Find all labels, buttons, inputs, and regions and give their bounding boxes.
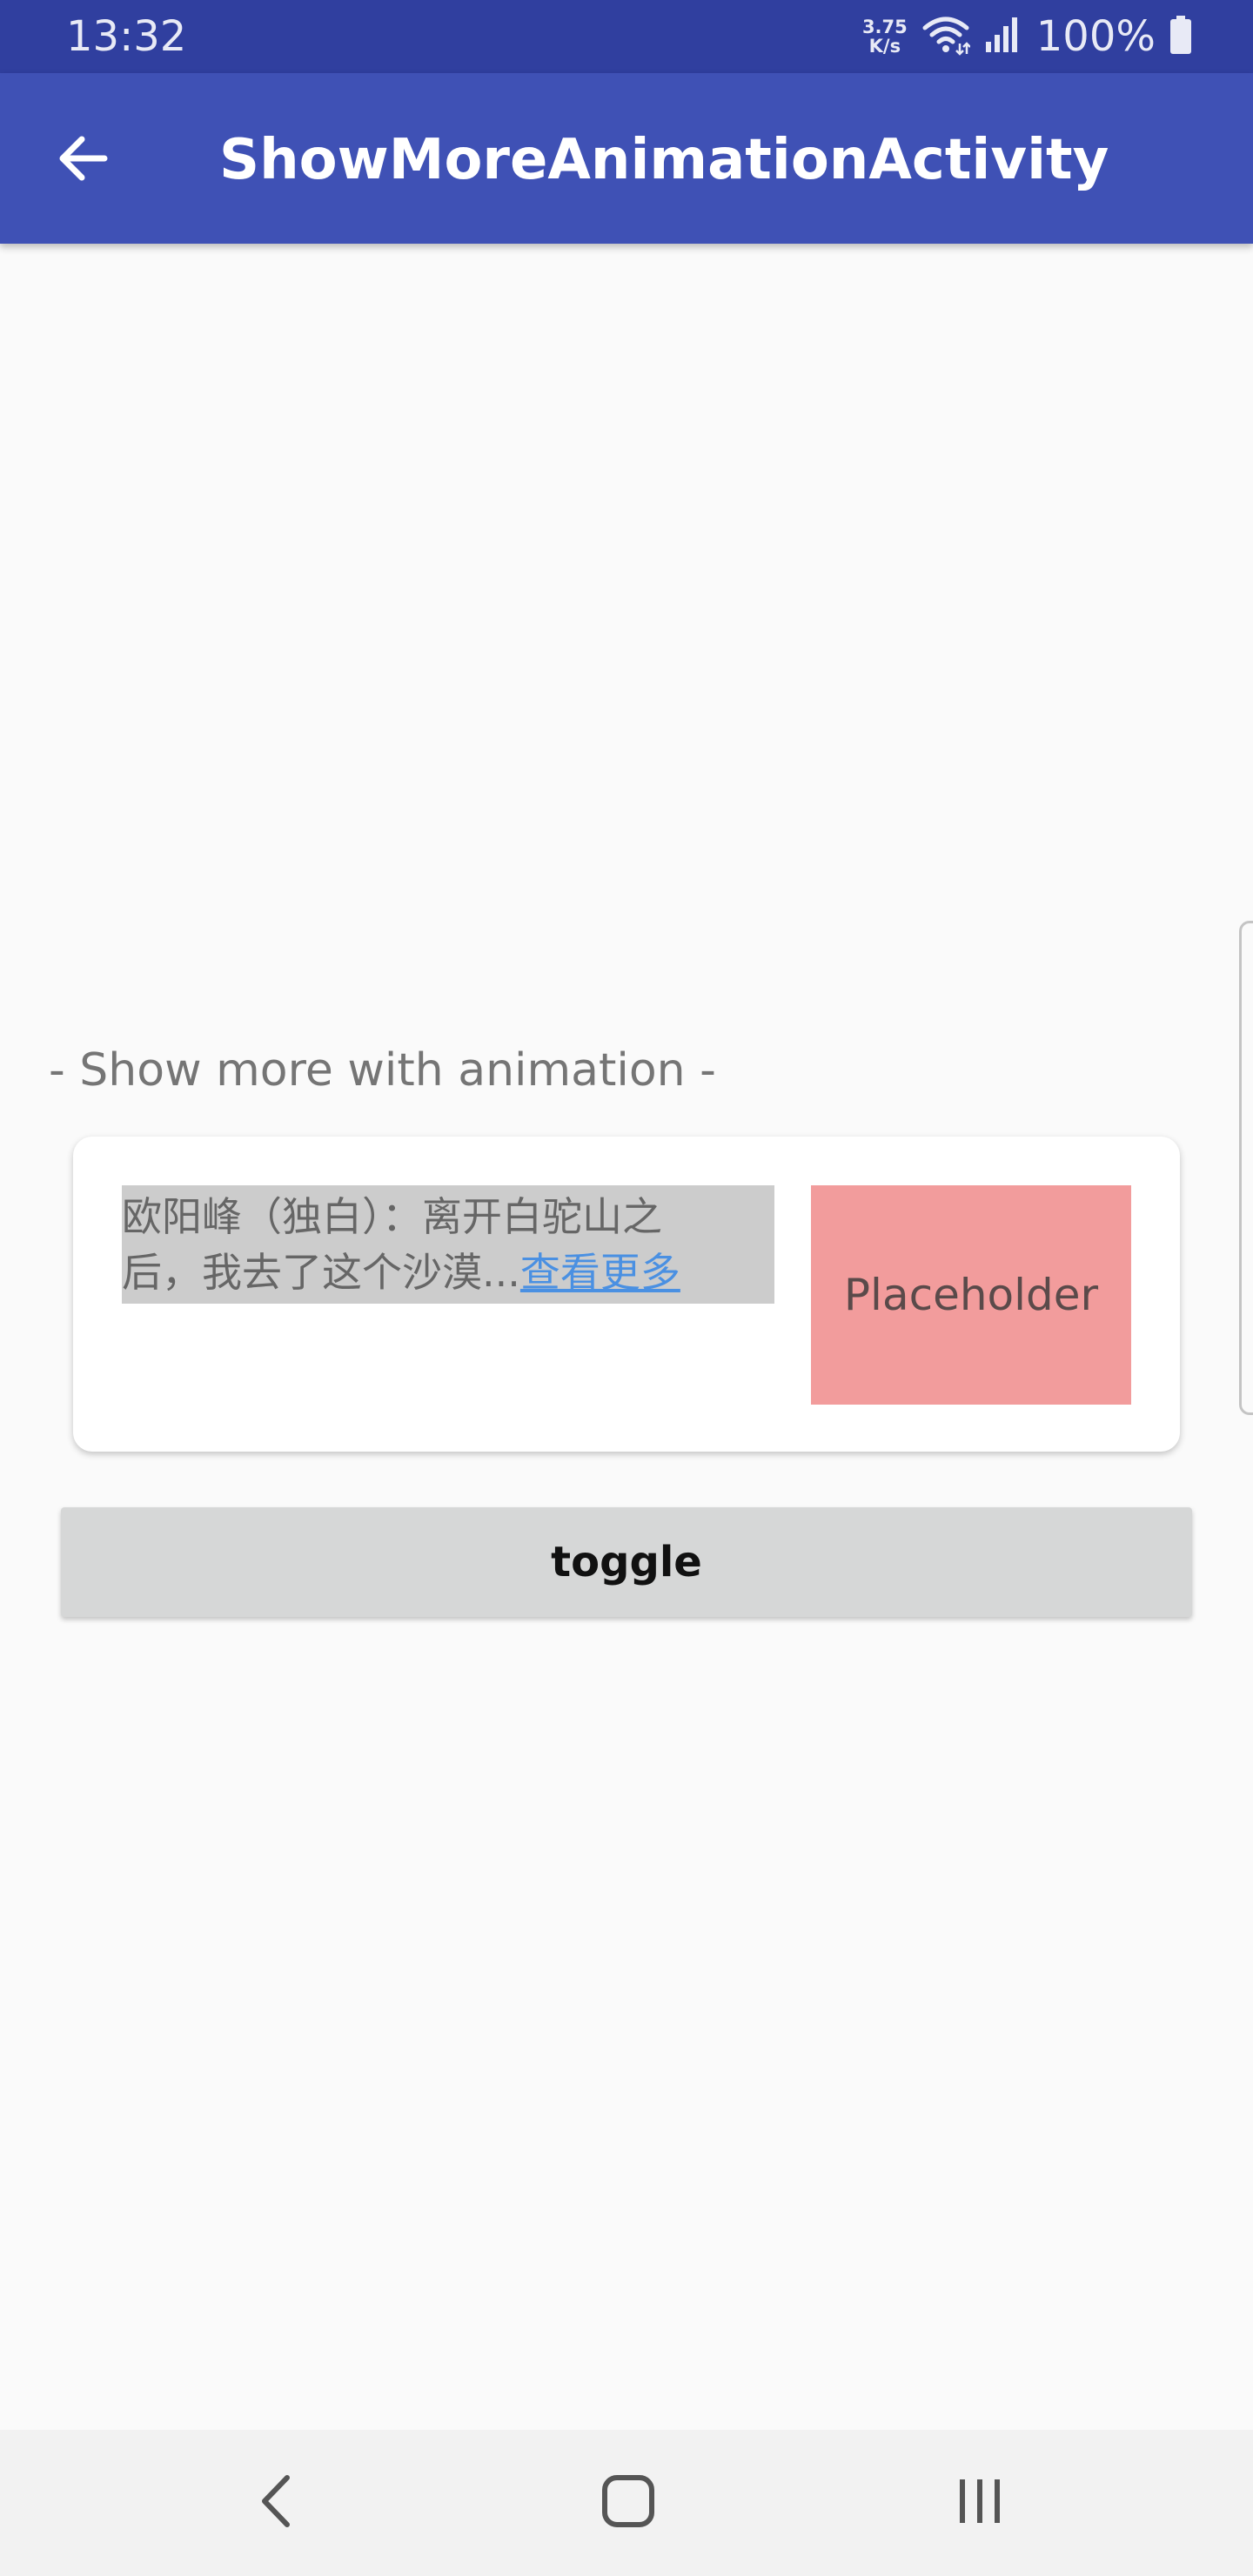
- expandable-text-line1: 欧阳峰（独白）：离开白驼山之: [122, 1193, 662, 1240]
- status-time: 13:32: [66, 12, 187, 61]
- expandable-text-line2: 后，我去了这个沙漠...: [122, 1249, 520, 1296]
- app-bar: ShowMoreAnimationActivity: [0, 73, 1253, 244]
- toggle-button[interactable]: toggle: [61, 1507, 1192, 1617]
- battery-percent: 100%: [1035, 12, 1156, 61]
- back-button[interactable]: [35, 111, 132, 209]
- status-icons: 3.75 K/s 100%: [862, 10, 1192, 63]
- system-nav-bar: [0, 2430, 1253, 2576]
- nav-home-button[interactable]: [576, 2451, 680, 2555]
- arrow-left-icon: [56, 131, 111, 190]
- status-bar: 13:32 3.75 K/s 100%: [0, 0, 1253, 73]
- page-title: ShowMoreAnimationActivity: [219, 128, 1109, 192]
- wifi-icon: [921, 14, 971, 59]
- signal-icon: [984, 16, 1022, 57]
- section-label: - Show more with animation -: [49, 1044, 716, 1097]
- show-more-card: 欧阳峰（独白）：离开白驼山之 后，我去了这个沙漠...查看更多 Placehol…: [73, 1137, 1180, 1452]
- placeholder-label: Placeholder: [843, 1270, 1099, 1320]
- recents-bars-icon: [949, 2471, 1010, 2535]
- edge-panel-handle[interactable]: [1239, 921, 1253, 1415]
- battery-icon: [1169, 16, 1192, 57]
- nav-recents-button[interactable]: [928, 2451, 1032, 2555]
- network-speed-unit: K/s: [868, 36, 901, 57]
- home-square-icon: [598, 2471, 659, 2535]
- show-more-link[interactable]: 查看更多: [520, 1249, 680, 1296]
- nav-back-button[interactable]: [226, 2451, 331, 2555]
- network-speed-value: 3.75: [861, 17, 908, 37]
- placeholder-image: Placeholder: [811, 1185, 1131, 1405]
- expandable-text[interactable]: 欧阳峰（独白）：离开白驼山之 后，我去了这个沙漠...查看更多: [122, 1185, 774, 1304]
- chevron-left-icon: [252, 2471, 305, 2535]
- network-speed: 3.75 K/s: [862, 17, 908, 56]
